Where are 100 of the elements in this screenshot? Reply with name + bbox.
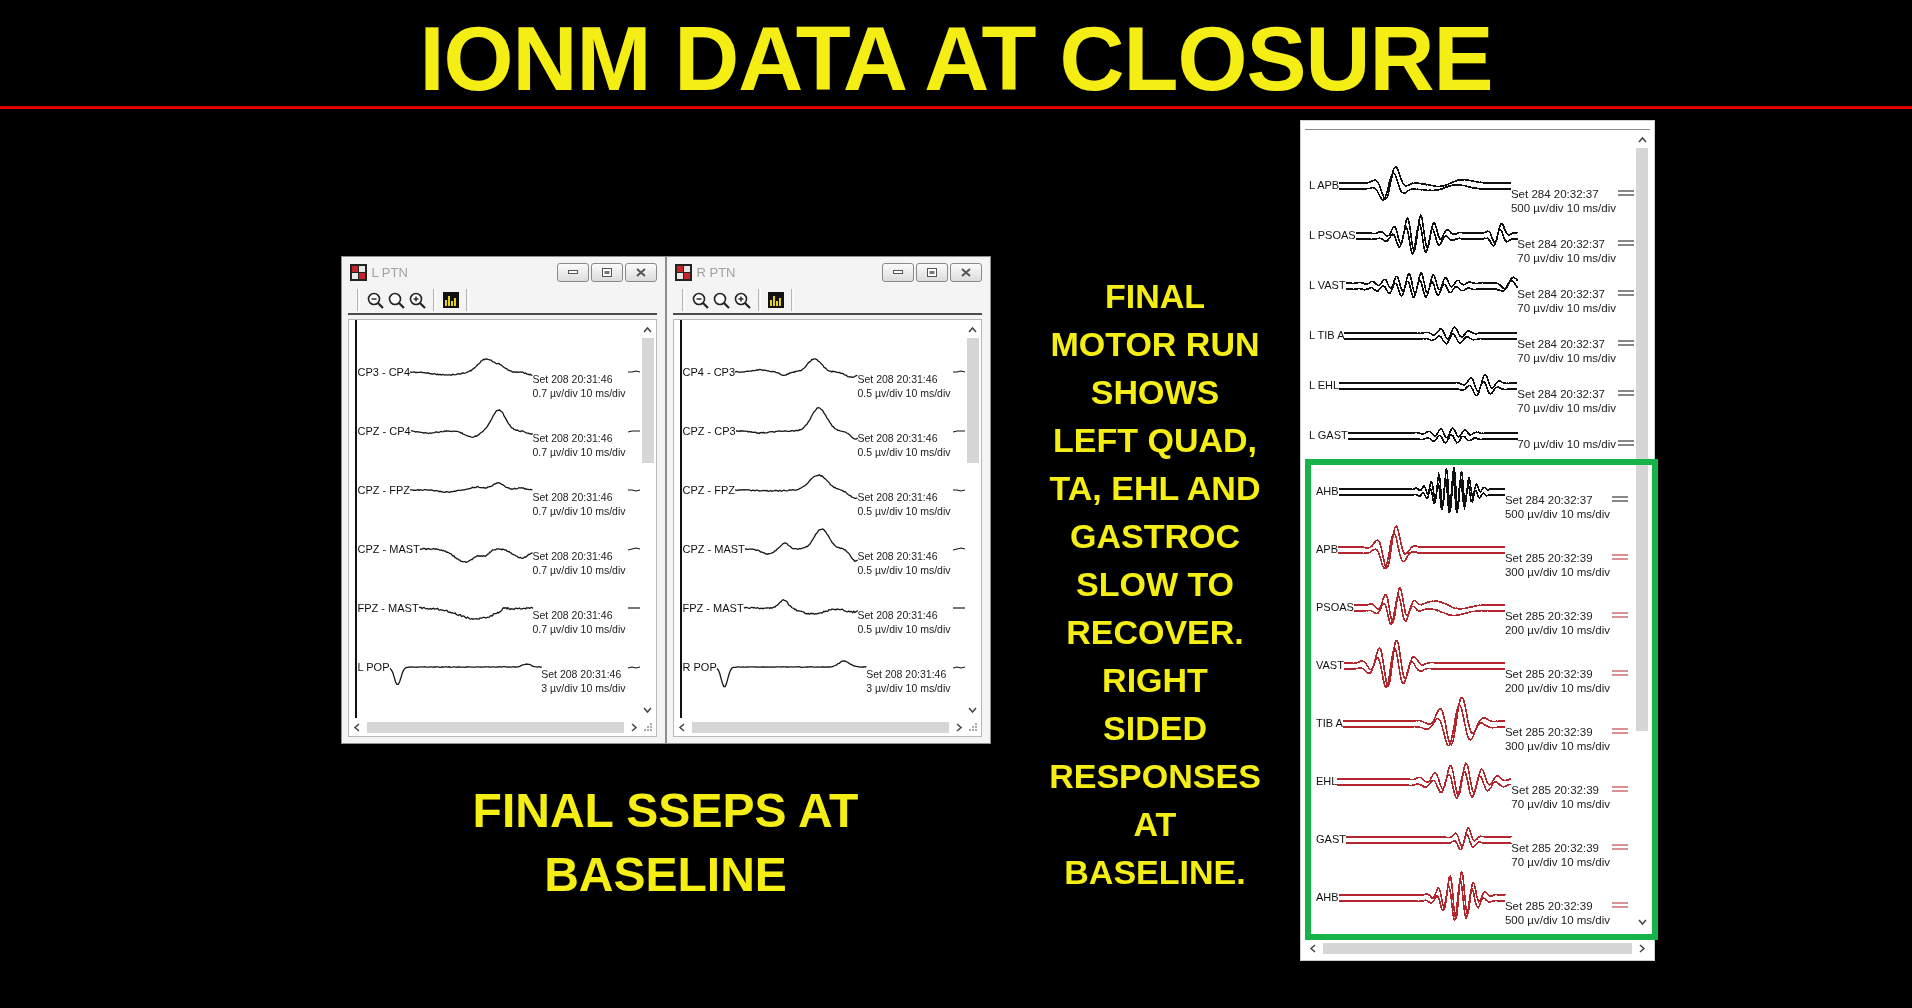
scrollbar-thumb[interactable] (1636, 148, 1648, 731)
trace-timestamp: Set 285 20:32:39 (1504, 899, 1594, 913)
trace-tail (627, 546, 640, 552)
trace-scale: 300 µv/div 10 ms/div (1504, 565, 1610, 579)
trace-timestamp: Set 284 20:32:37 (1517, 337, 1606, 351)
trace-timestamp: Set 285 20:32:39 (1504, 551, 1594, 565)
trace-scale: 0.5 µv/div 10 ms/div (857, 445, 951, 459)
trace-scale: 70 µv/div 10 ms/div (1517, 301, 1616, 315)
trace-timestamp: Set 285 20:32:39 (1504, 667, 1594, 681)
zoom-out-icon[interactable] (366, 291, 384, 309)
trace-label: VAST (1316, 658, 1344, 672)
trace-timestamp: Set 208 20:31:46 (857, 372, 939, 386)
close-icon (635, 267, 646, 277)
trace-scale: 0.7 µv/div 10 ms/div (532, 504, 626, 518)
chevron-left-icon[interactable] (352, 722, 361, 732)
trace-scale: 0.7 µv/div 10 ms/div (532, 445, 626, 459)
trace-tail (952, 369, 965, 375)
trace-timestamp: Set 208 20:31:46 (857, 431, 939, 445)
trace-timestamp: Set 208 20:31:46 (532, 490, 614, 504)
trace-scale: 0.5 µv/div 10 ms/div (857, 386, 951, 400)
maximize-button[interactable] (590, 262, 623, 282)
chevron-right-icon[interactable] (954, 722, 963, 732)
close-button[interactable] (624, 262, 657, 282)
minimize-button[interactable] (881, 262, 914, 282)
trace-scale: 0.7 µv/div 10 ms/div (532, 563, 626, 577)
zoom-out-icon[interactable] (691, 291, 709, 309)
trace-scale: 500 µv/div 10 ms/div (1504, 913, 1610, 927)
chevron-down-icon[interactable] (1637, 918, 1647, 926)
trace-timestamp: Set 284 20:32:37 (1504, 493, 1594, 507)
trace-tail (627, 369, 640, 375)
chevron-down-icon[interactable] (968, 706, 977, 714)
trace-timestamp: Set 285 20:32:39 (1504, 609, 1594, 623)
trace-tail (627, 487, 640, 493)
slide-note: FINAL MOTOR RUN SHOWS LEFT QUAD, TA, EHL AND GASTROC SLOW TO RECOVER. RIGHT SIDED RESPONSES AT BASELINE. (1048, 276, 1262, 893)
trace-label: CP3 - CP4 (356, 365, 411, 379)
trace-tail (1612, 786, 1628, 792)
trace-label: GAST (1316, 832, 1346, 846)
slide-caption: FINAL SSEPS AT BASELINE (472, 783, 859, 903)
trace-scale: 0.7 µv/div 10 ms/div (532, 622, 626, 636)
resize-grip-icon[interactable] (643, 723, 652, 731)
trace-timestamp: Set 208 20:31:46 (541, 667, 623, 681)
trace-tail (1612, 670, 1628, 676)
trace-scale: 3 µv/div 10 ms/div (541, 681, 626, 695)
trace-tail (627, 428, 640, 434)
trace-label: L GAST (1309, 428, 1348, 442)
trace-tail (952, 487, 965, 493)
trace-timestamp: Set 284 20:32:37 (1517, 237, 1606, 251)
minimize-button[interactable] (556, 262, 589, 282)
scrollbar-thumb[interactable] (641, 338, 654, 463)
chevron-up-icon[interactable] (968, 326, 977, 334)
trace-scale: 70 µv/div 10 ms/div (1517, 351, 1616, 365)
chevron-down-icon[interactable] (643, 706, 652, 714)
trace-timestamp: Set 208 20:31:46 (532, 608, 614, 622)
chevron-left-icon[interactable] (677, 722, 686, 732)
trace-timestamp: Set 208 20:31:46 (857, 549, 939, 563)
trace-scale: 200 µv/div 10 ms/div (1504, 623, 1610, 637)
trace-timestamp: Set 285 20:32:39 (1511, 783, 1600, 797)
scrollbar-thumb[interactable] (1323, 942, 1632, 954)
trace-tail (1618, 240, 1634, 246)
minimize-icon (567, 270, 578, 274)
scrollbar-thumb[interactable] (691, 721, 949, 733)
trace-tail (952, 605, 965, 611)
trace-scale: 500 µv/div 10 ms/div (1510, 201, 1616, 215)
trace-label: L APB (1309, 178, 1340, 192)
magnifier-icon[interactable] (712, 291, 730, 309)
zoom-in-icon[interactable] (733, 291, 751, 309)
chevron-right-icon[interactable] (629, 722, 638, 732)
trace-label: TIB A (1316, 716, 1343, 730)
scrollbar-thumb[interactable] (966, 338, 979, 463)
chevron-up-icon[interactable] (1637, 136, 1647, 144)
trace-label: CPZ - FPZ (356, 483, 411, 497)
chevron-left-icon[interactable] (1309, 943, 1317, 953)
chevron-right-icon[interactable] (1638, 943, 1646, 953)
trace-scale: 3 µv/div 10 ms/div (866, 681, 951, 695)
trace-timestamp: Set 284 20:32:37 (1517, 387, 1606, 401)
scrollbar-thumb[interactable] (366, 721, 624, 733)
trace-scale: 0.5 µv/div 10 ms/div (857, 504, 951, 518)
trace-tail (952, 664, 965, 670)
bar-chart-icon[interactable] (767, 292, 784, 308)
trace-label: CPZ - MAST (681, 542, 745, 556)
trace-label: PSOAS (1316, 600, 1354, 614)
slide-title: IONM DATA AT CLOSURE (419, 14, 1493, 104)
magnifier-icon[interactable] (387, 291, 405, 309)
trace-scale: 70 µv/div 10 ms/div (1517, 437, 1616, 451)
maximize-button[interactable] (915, 262, 948, 282)
zoom-in-icon[interactable] (408, 291, 426, 309)
trace-label: L PSOAS (1309, 228, 1356, 242)
trace-timestamp: Set 285 20:32:39 (1504, 725, 1594, 739)
resize-grip-icon[interactable] (968, 723, 977, 731)
app-icon (349, 263, 367, 281)
close-button[interactable] (949, 262, 982, 282)
trace-timestamp: Set 284 20:32:37 (1510, 187, 1600, 201)
trace-timestamp: Set 208 20:31:46 (532, 372, 614, 386)
app-icon (674, 263, 692, 281)
trace-tail (1612, 496, 1628, 502)
trace-timestamp: Set 208 20:31:46 (857, 490, 939, 504)
bar-chart-icon[interactable] (442, 292, 459, 308)
restore-icon (601, 267, 612, 277)
trace-tail (1618, 440, 1634, 446)
chevron-up-icon[interactable] (643, 326, 652, 334)
